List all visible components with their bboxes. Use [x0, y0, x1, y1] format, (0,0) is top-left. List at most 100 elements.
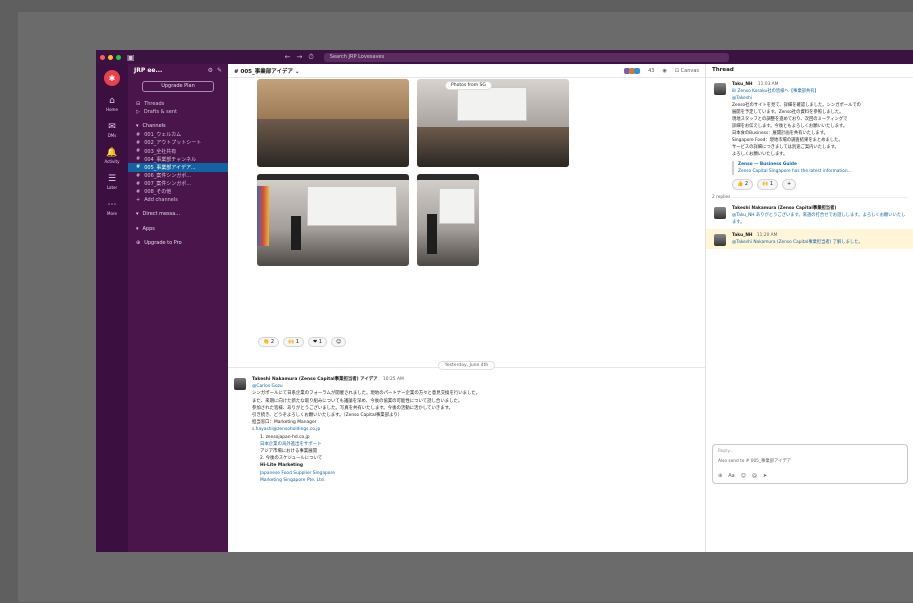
- sidebar-item[interactable]: #004_事業部チャンネル: [128, 155, 228, 163]
- avatar[interactable]: [714, 207, 726, 219]
- company-line[interactable]: Japanese Food Supplier Singapore: [260, 470, 696, 477]
- sidebar-item[interactable]: #007_案件シンガポ...: [128, 180, 228, 188]
- reaction-pill[interactable]: +: [782, 179, 797, 190]
- sidebar-item-icon: #: [136, 164, 141, 171]
- rail-label: Later: [106, 185, 118, 190]
- sidebar-item[interactable]: #001_ウェルカム: [128, 131, 228, 139]
- channel-header: # 005_事業部アイデア ⌄ 43 ◉ ⊡ Canvas: [228, 64, 705, 78]
- settings-icon[interactable]: ⚙: [208, 67, 213, 74]
- reaction-bar: 👏 2 🙌 1 ❤ 1 ☺: [258, 337, 347, 347]
- send-icon[interactable]: ➤: [763, 473, 767, 480]
- sidebar-item[interactable]: #003_全社共有: [128, 147, 228, 155]
- message-author[interactable]: Taku_NH: [732, 233, 753, 238]
- minimize-dot[interactable]: [108, 54, 113, 60]
- sidebar-item[interactable]: ▾ Direct messa...: [128, 210, 228, 218]
- avatar[interactable]: [714, 234, 726, 246]
- composer-toolbar: ⊕ Aa ☺ @ ➤: [718, 473, 767, 480]
- zoom-dot[interactable]: [116, 54, 121, 60]
- workspace-logo[interactable]: ✱: [104, 70, 120, 86]
- sidebar-item[interactable]: ⊕ Upgrade to Pro: [128, 239, 228, 247]
- plus-icon[interactable]: ⊕: [718, 473, 722, 480]
- sidebar-item[interactable]: ▾ Channels: [128, 122, 228, 130]
- reaction-pill[interactable]: 👏 2: [258, 337, 279, 347]
- sidebar-item-icon: ⊕: [136, 239, 141, 246]
- list-item: 1. zensojapan-hd.co.jp: [260, 434, 310, 440]
- channel-name[interactable]: # 005_事業部アイデア ⌄: [234, 67, 300, 75]
- mention-icon[interactable]: @: [752, 473, 757, 480]
- close-dot[interactable]: [100, 54, 105, 60]
- workspace-name: JRP ee...: [134, 67, 163, 74]
- sidebar-item[interactable]: ⊟ Threads: [128, 100, 228, 108]
- sidebar-item[interactable]: ▾ Apps: [128, 224, 228, 232]
- sidebar-item-label: Direct messa...: [142, 211, 181, 218]
- sidebar-item[interactable]: #005_事業部アイデア...: [128, 163, 228, 172]
- photo-tag[interactable]: Photos from SG: [445, 81, 492, 90]
- rail-label: Home: [106, 107, 118, 112]
- rail-icon: ⌂: [109, 96, 115, 106]
- composer-placeholder[interactable]: Reply...: [713, 445, 907, 458]
- also-send-checkbox[interactable]: Also send to # 005_事業部アイデア: [713, 458, 907, 465]
- link-preview[interactable]: Zenso — Business Guide Zenso Capital Sin…: [732, 161, 907, 175]
- reaction-pill[interactable]: 👍 2: [732, 179, 753, 190]
- company-line[interactable]: Marketing Singapore Pte. Ltd.: [260, 477, 696, 484]
- contact-link[interactable]: s.hayashi@zensoholdings.co.jp: [252, 426, 696, 433]
- message-author[interactable]: Takeshi Nakamura (Zenso Capital事業担当者) アイ…: [252, 377, 378, 382]
- photo-podium[interactable]: [417, 174, 479, 266]
- rail-item-2[interactable]: 🔔 Activity: [96, 148, 128, 164]
- rail-icon: ✉: [108, 122, 116, 132]
- thread-parent-message: Taku_NH 11:03 AM 8/ Zenso Kosaku社の皆様へ【事業…: [706, 78, 913, 193]
- photo-ballroom[interactable]: [257, 79, 409, 167]
- rail-item-3[interactable]: ☰ Later: [96, 174, 128, 190]
- thread-reply: Taku_NH 11:20 AM @Takeshi Nakamura (Zens…: [706, 229, 913, 249]
- rail-item-4[interactable]: ⋯ More: [96, 200, 128, 216]
- avatar[interactable]: [234, 378, 246, 390]
- title-bar: ▣ ← → ⏱ Search JRP Lovesaves: [96, 50, 913, 64]
- reaction-pill[interactable]: 🙌 1: [757, 179, 778, 190]
- forward-icon[interactable]: →: [296, 53, 302, 62]
- member-count[interactable]: 43: [648, 68, 654, 74]
- message-timestamp[interactable]: 11:03 AM: [758, 82, 778, 87]
- avatar[interactable]: [714, 83, 726, 95]
- photo-group[interactable]: [417, 79, 569, 167]
- rail-label: DMs: [107, 133, 117, 138]
- company-label: Hi-Lite Marketing: [260, 463, 304, 469]
- message-author[interactable]: Taku_NH: [732, 82, 753, 87]
- message-timestamp[interactable]: 10:25 AM: [383, 377, 404, 382]
- sidebar-toggle-icon[interactable]: ▣: [127, 53, 135, 62]
- sidebar-item-label: 003_全社共有: [144, 148, 177, 155]
- history-nav: ← → ⏱: [285, 53, 314, 62]
- photo-speaker[interactable]: [257, 174, 409, 266]
- compose-icon[interactable]: ✎: [217, 67, 222, 74]
- reply-text: @Taku_NH ありがとうございます。来週の打合せでお話しします。よろしくお願…: [732, 213, 906, 225]
- sidebar-item[interactable]: #006_案件シンガポ...: [128, 172, 228, 180]
- back-icon[interactable]: ←: [285, 53, 291, 62]
- huddle-icon[interactable]: ◉: [662, 68, 666, 74]
- history-icon[interactable]: ⏱: [308, 53, 313, 62]
- reaction-pill[interactable]: ❤ 1: [308, 337, 327, 347]
- reaction-pill[interactable]: ☺: [330, 337, 347, 347]
- rail-item-1[interactable]: ✉ DMs: [96, 122, 128, 138]
- thread-pane: Thread Taku_NH 11:03 AM 8/ Zenso Kosaku社…: [705, 64, 913, 552]
- photo-gallery: Photos from SG: [257, 79, 577, 309]
- member-avatars[interactable]: [624, 67, 641, 74]
- workspace-header[interactable]: JRP ee... ⚙ ✎: [128, 64, 228, 77]
- canvas-button[interactable]: ⊡ Canvas: [675, 68, 699, 74]
- channel-message: Takeshi Nakamura (Zenso Capital事業担当者) アイ…: [234, 376, 696, 484]
- format-icon[interactable]: Aa: [728, 473, 734, 480]
- search-input[interactable]: Search JRP Lovesaves: [323, 52, 729, 62]
- upgrade-plan-button[interactable]: Upgrade Plan: [142, 81, 214, 92]
- thread-text-line: 詳細をお伝えします。今後ともよろしくお願いいたします。: [732, 124, 848, 129]
- sidebar-item[interactable]: #008_その他: [128, 188, 228, 196]
- sidebar-item-label: Upgrade to Pro: [144, 239, 182, 246]
- sidebar-item[interactable]: #002_アウトプットシート: [128, 139, 228, 147]
- sidebar-item[interactable]: + Add channels: [128, 196, 228, 204]
- message-timestamp[interactable]: 11:20 AM: [757, 233, 777, 238]
- mention-link[interactable]: @Carlos Gozu: [252, 383, 696, 390]
- emoji-icon[interactable]: ☺: [741, 473, 746, 480]
- rail-item-0[interactable]: ⌂ Home: [96, 96, 128, 112]
- reply-composer[interactable]: Reply... Also send to # 005_事業部アイデア ⊕ Aa…: [712, 444, 908, 484]
- list-item[interactable]: 日本企業の海外進出をサポート: [260, 441, 696, 448]
- sidebar-item[interactable]: ▷ Drafts & sent: [128, 108, 228, 116]
- message-author[interactable]: Takeshi Nakamura (Zenso Capital事業担当者): [732, 205, 907, 212]
- reaction-pill[interactable]: 🙌 1: [283, 337, 304, 347]
